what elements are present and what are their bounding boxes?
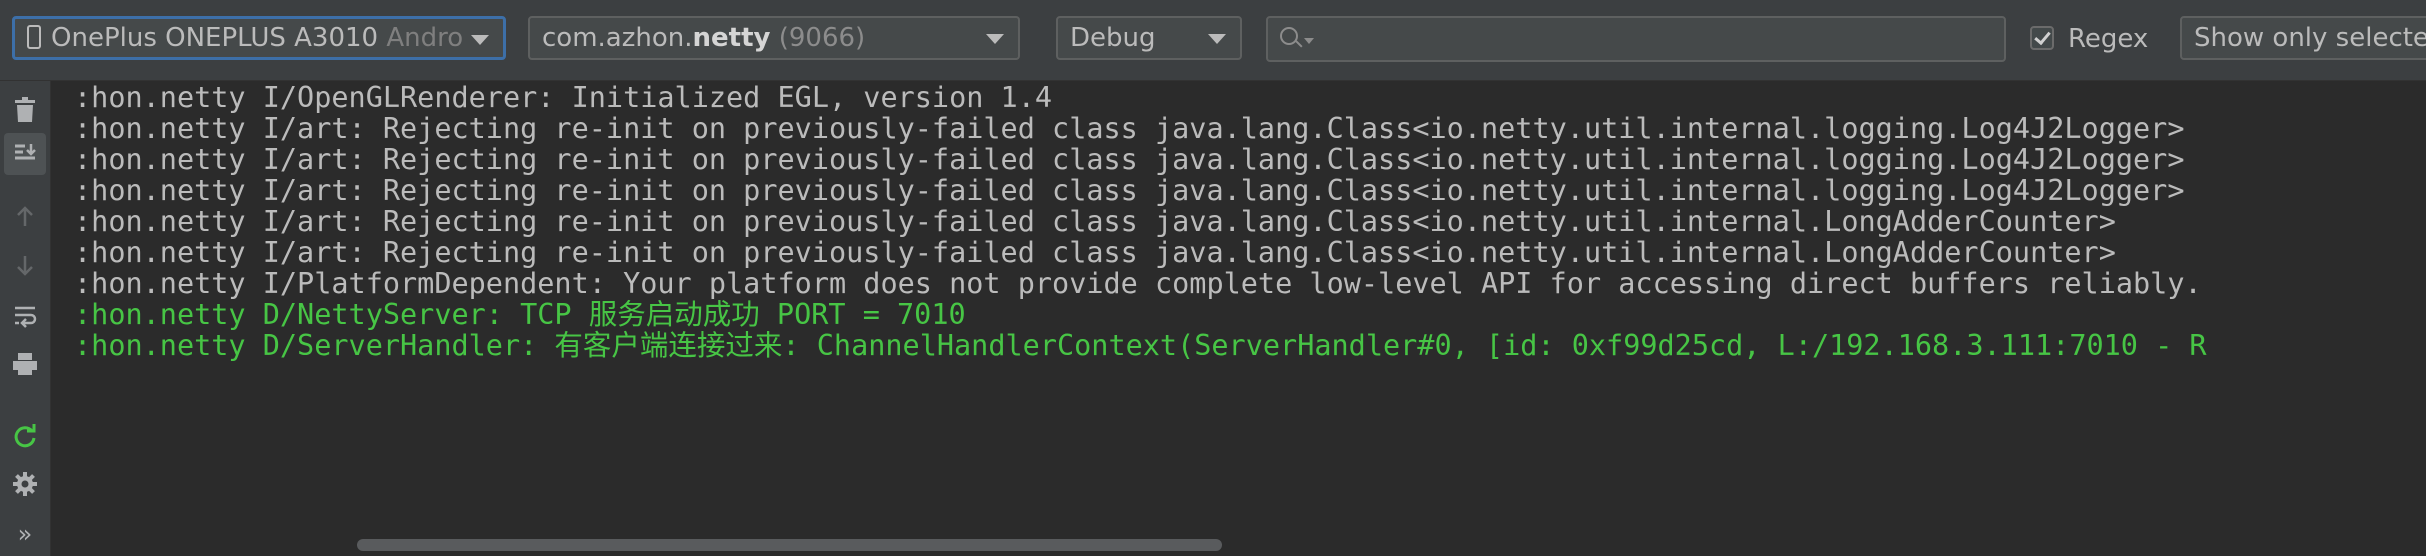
scroll-to-end-button[interactable] [4, 133, 46, 175]
filter-value: Show only selected [2194, 23, 2426, 53]
log-line: :hon.netty I/PlatformDependent: Your pla… [74, 267, 2202, 300]
print-icon [13, 353, 37, 375]
logcat-side-toolbar: » [0, 81, 51, 556]
gear-icon [13, 472, 37, 496]
chevron-down-icon [986, 34, 1004, 44]
log-line: :hon.netty I/art: Rejecting re-init on p… [74, 112, 2185, 145]
log-level-selector[interactable]: Debug [1056, 16, 1242, 60]
log-level-value: Debug [1070, 23, 1156, 53]
log-line-debug: :hon.netty D/NettyServer: TCP 服务启动成功 POR… [74, 298, 966, 331]
more-button[interactable]: » [4, 513, 46, 555]
logcat-output[interactable]: :hon.netty I/OpenGLRenderer: Initialized… [52, 80, 2426, 532]
search-box [1266, 16, 2006, 62]
filter-selector[interactable]: Show only selected [2180, 16, 2426, 60]
logcat-toolbar: OnePlus ONEPLUS A3010 Andro com.azhon.ne… [0, 0, 2426, 81]
down-arrow-icon [17, 256, 33, 276]
log-line-debug: :hon.netty D/ServerHandler: 有客户端连接过来: Ch… [74, 329, 2207, 362]
chevron-down-icon [471, 35, 489, 45]
soft-wrap-button[interactable] [4, 295, 46, 337]
log-line: :hon.netty I/OpenGLRenderer: Initialized… [74, 81, 1053, 114]
log-line: :hon.netty I/art: Rejecting re-init on p… [74, 236, 2116, 269]
device-selector[interactable]: OnePlus ONEPLUS A3010 Andro [12, 16, 506, 60]
more-icon: » [17, 520, 33, 548]
regex-label: Regex [2068, 24, 2149, 54]
device-name: OnePlus ONEPLUS A3010 [51, 23, 379, 53]
process-bold: netty [692, 23, 771, 53]
search-history-caret-icon[interactable] [1304, 38, 1314, 44]
restart-icon [14, 424, 36, 448]
process-pid: (9066) [778, 23, 866, 53]
device-suffix: Andro [386, 23, 464, 53]
scrollbar-thumb[interactable] [357, 539, 1222, 551]
log-line: :hon.netty I/art: Rejecting re-init on p… [74, 205, 2116, 238]
search-input[interactable] [1318, 22, 1992, 58]
search-icon[interactable] [1280, 27, 1298, 45]
process-selector[interactable]: com.azhon.netty (9066) [528, 16, 1020, 60]
trash-icon [15, 97, 35, 122]
restart-button[interactable] [4, 415, 46, 457]
regex-checkbox[interactable] [2030, 26, 2054, 50]
chevron-down-icon [1208, 34, 1226, 44]
soft-wrap-icon [15, 306, 37, 328]
previous-occurrence-button[interactable] [4, 195, 46, 237]
process-prefix: com.azhon. [542, 23, 693, 53]
phone-icon [27, 24, 41, 49]
next-occurrence-button[interactable] [4, 245, 46, 287]
horizontal-scrollbar[interactable] [52, 532, 2426, 556]
print-button[interactable] [4, 343, 46, 385]
log-line: :hon.netty I/art: Rejecting re-init on p… [74, 174, 2185, 207]
settings-button[interactable] [4, 463, 46, 505]
up-arrow-icon [17, 206, 33, 226]
log-line: :hon.netty I/art: Rejecting re-init on p… [74, 143, 2185, 176]
scroll-to-end-icon [15, 144, 36, 160]
clear-logcat-button[interactable] [4, 89, 46, 131]
